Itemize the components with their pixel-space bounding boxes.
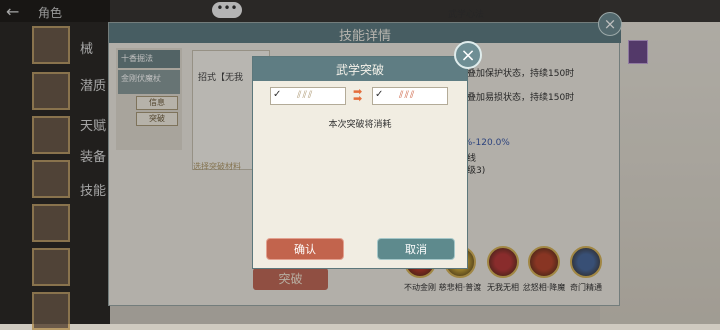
close-icon[interactable]: × [454,41,482,69]
level-pips-next: ⫽⫽⫽ [399,90,416,101]
dialog-title: 武学突破 [335,63,384,77]
check-icon: ✓ [273,89,282,100]
confirm-button[interactable]: 确认 [266,238,344,260]
dialog-header: 武学突破 [253,57,467,81]
check-icon: ✓ [375,89,384,100]
current-level-slot: ✓ ⫽⫽⫽ [270,87,346,105]
cancel-button[interactable]: 取消 [377,238,455,260]
arrow-right-icon: ➡ ➡ [353,85,363,105]
consume-text: 本次突破将消耗 [328,120,392,130]
next-level-slot: ✓ ⫽⫽⫽ [372,87,448,105]
level-pips-current: ⫽⫽⫽ [297,90,314,101]
